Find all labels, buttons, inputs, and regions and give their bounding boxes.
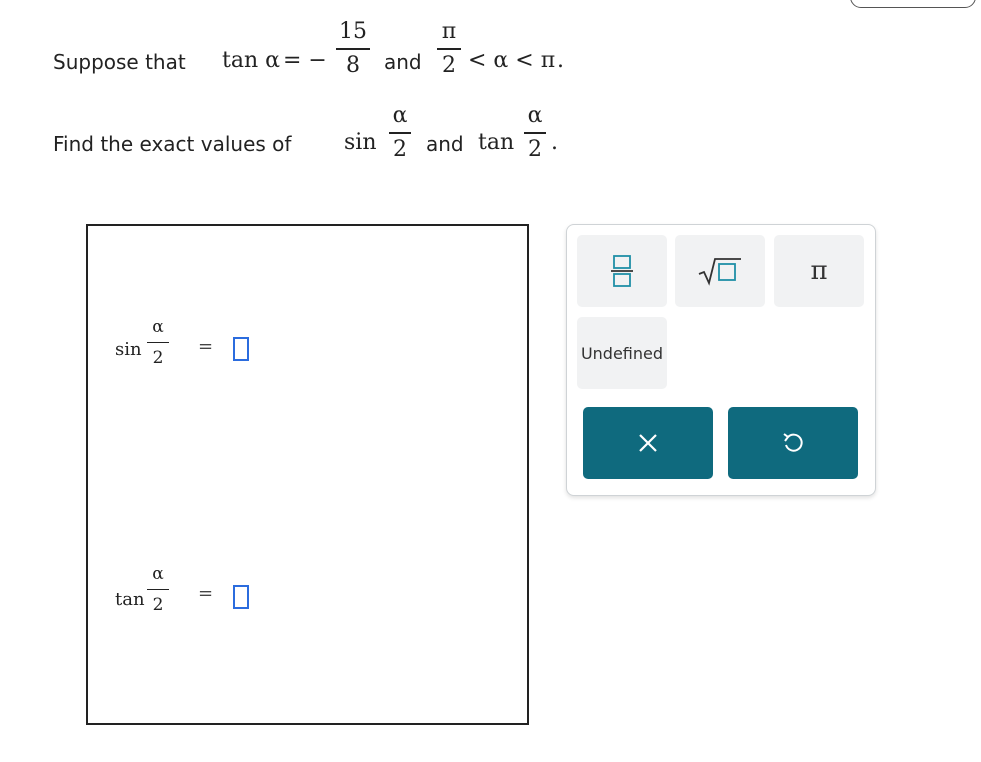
clear-button[interactable]	[583, 407, 713, 479]
find-prefix: Find the exact values of	[53, 132, 292, 156]
answer-fraction: α 2	[147, 565, 169, 614]
answer-fraction: α 2	[147, 318, 169, 367]
answer-box: sin α 2 = tan α 2 =	[86, 224, 529, 725]
fraction-alpha-over-2: α 2	[389, 104, 411, 162]
undefined-key[interactable]: Undefined	[577, 317, 667, 389]
alpha-symbol: α	[265, 48, 280, 73]
math-keypad: π Undefined	[566, 224, 876, 496]
fraction-denominator: 2	[152, 348, 164, 368]
fraction-numerator: 15	[339, 19, 367, 44]
fraction-icon	[611, 255, 633, 287]
and-word: and	[384, 50, 422, 74]
tan-label: tan	[478, 130, 515, 155]
equals-minus: = −	[283, 48, 327, 73]
fraction-denominator: 2	[393, 137, 407, 162]
fraction-bar	[147, 342, 169, 343]
fraction-denominator: 2	[528, 137, 542, 162]
fraction-denominator: 2	[152, 595, 164, 615]
answer-fn-label: sin	[115, 339, 142, 360]
language-toggle[interactable]	[850, 0, 976, 8]
fraction-bar	[336, 48, 370, 50]
close-icon	[639, 434, 657, 452]
fraction-numerator: α	[152, 564, 164, 584]
tan-answer-input[interactable]	[233, 585, 249, 609]
answer-fn-label: tan	[115, 589, 145, 610]
fraction-numerator: π	[441, 19, 457, 44]
fraction-bar	[147, 589, 169, 590]
fraction-numerator: α	[392, 103, 408, 128]
sin-answer-input[interactable]	[233, 337, 249, 361]
period: .	[557, 48, 564, 73]
fraction-bar	[389, 132, 411, 134]
equals-sign: =	[198, 336, 214, 357]
fraction-pi-over-2: π 2	[437, 20, 461, 78]
fraction-denominator: 8	[346, 53, 360, 78]
equals-sign: =	[198, 583, 214, 604]
period: .	[551, 130, 558, 155]
fraction-key[interactable]	[577, 235, 667, 307]
undo-icon	[783, 433, 803, 452]
sqrt-icon	[698, 258, 741, 286]
fraction-numerator: α	[527, 103, 543, 128]
fraction-bar	[524, 132, 546, 134]
fraction-denominator: 2	[442, 53, 456, 78]
fraction-alpha-over-2: α 2	[524, 104, 546, 162]
and-word: and	[426, 132, 464, 156]
undo-button[interactable]	[728, 407, 858, 479]
fraction-numerator: α	[152, 317, 164, 337]
inequality: < α < π	[468, 48, 556, 73]
tan-function: tan α	[222, 48, 280, 73]
sqrt-key[interactable]	[675, 235, 765, 307]
pi-key[interactable]: π	[774, 235, 864, 307]
fraction-15-over-8: 15 8	[336, 20, 370, 78]
problem-prefix: Suppose that	[53, 50, 186, 74]
tan-label: tan	[222, 48, 259, 73]
sin-label: sin	[344, 130, 377, 155]
fraction-bar	[437, 48, 461, 50]
